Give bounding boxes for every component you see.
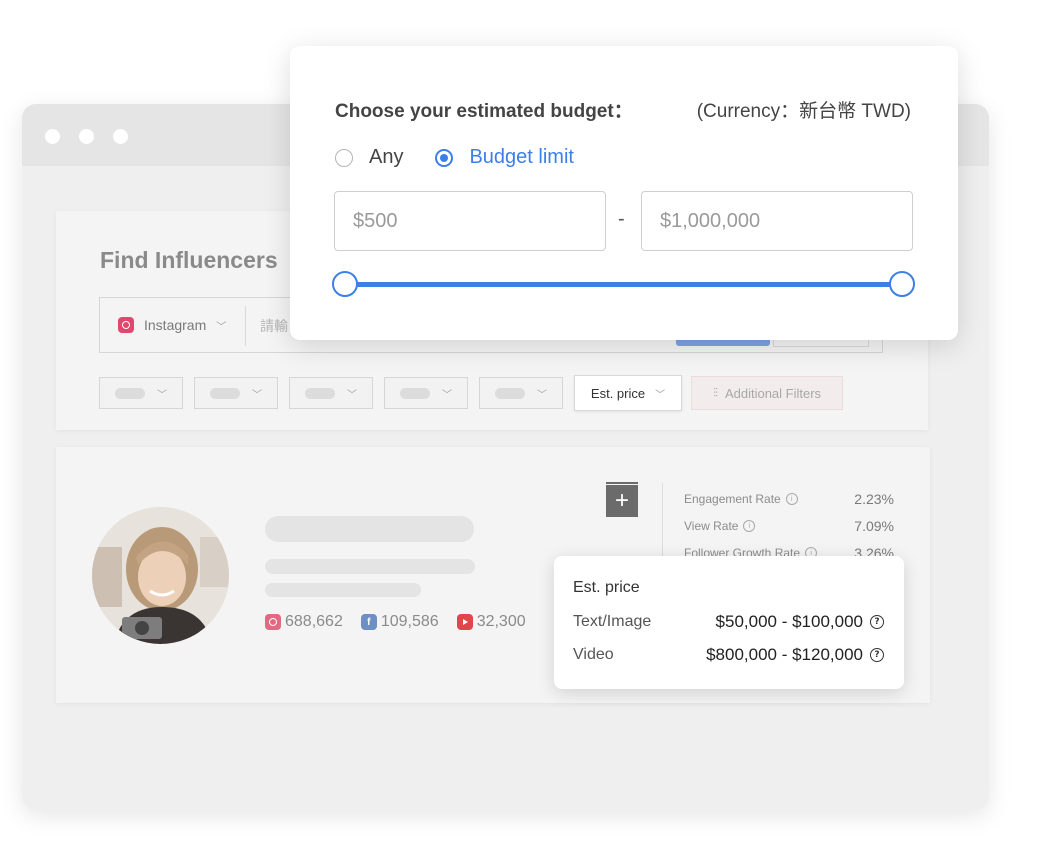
bookmark-add-icon[interactable]: + <box>606 482 638 517</box>
facebook-icon: f <box>360 614 377 630</box>
chevron-down-icon: ﹀ <box>655 389 666 401</box>
radio-budget-limit[interactable]: Budget limit <box>435 146 574 169</box>
price-range: $50,000 - $100,000 <box>715 612 863 631</box>
additional-filters-button[interactable]: ⫶⫶ Additional Filters <box>691 376 843 410</box>
est-price-filter[interactable]: Est. price ﹀ <box>574 375 682 411</box>
budget-radio-group: Any Budget limit <box>335 146 606 169</box>
chevron-down-icon: ﹀ <box>347 389 357 401</box>
price-range: $800,000 - $120,000 <box>706 645 863 664</box>
social-stats: 688,662 f 109,586 32,300 <box>265 613 526 631</box>
metric-label: Engagement Rate i <box>684 492 798 506</box>
slider-min-handle[interactable] <box>332 271 358 297</box>
text-placeholder <box>265 559 475 574</box>
currency-note: (Currency：新台幣 TWD) <box>696 101 911 122</box>
filter-dropdown[interactable]: ﹀ <box>384 377 468 409</box>
instagram-icon <box>118 317 134 333</box>
chevron-down-icon: ﹀ <box>216 321 227 333</box>
help-icon[interactable]: ? <box>870 615 884 629</box>
help-icon[interactable]: ? <box>870 648 884 662</box>
name-placeholder <box>265 516 474 542</box>
filter-dropdown[interactable]: ﹀ <box>99 377 183 409</box>
filter-dropdown[interactable]: ﹀ <box>289 377 373 409</box>
filter-placeholder <box>305 387 335 399</box>
text-placeholder <box>265 583 421 597</box>
metric-row: Engagement Rate i 2.23% <box>684 485 894 512</box>
price-row: Text/Image $50,000 - $100,000 ? <box>573 612 884 632</box>
platform-select[interactable]: Instagram ﹀ <box>118 298 226 352</box>
filter-placeholder <box>210 387 240 399</box>
radio-budget-limit-label: Budget limit <box>469 146 574 168</box>
facebook-stat: f 109,586 <box>360 613 439 631</box>
additional-filters-label: Additional Filters <box>724 385 822 401</box>
range-separator: - <box>618 208 625 230</box>
filter-dropdown[interactable]: ﹀ <box>194 377 278 409</box>
window-control-dot[interactable] <box>45 129 60 144</box>
min-budget-input[interactable] <box>334 191 606 251</box>
radio-any-label: Any <box>369 146 404 168</box>
instagram-followers: 688,662 <box>285 613 343 630</box>
metric-label-text: Engagement Rate <box>684 491 781 506</box>
metric-value: 7.09% <box>854 517 894 534</box>
filter-placeholder <box>495 387 525 399</box>
budget-popover: Choose your estimated budget： (Currency：… <box>290 46 958 340</box>
info-icon[interactable]: i <box>785 492 798 505</box>
instagram-icon <box>265 614 281 630</box>
page-title: Find Influencers <box>100 247 278 273</box>
metric-label: View Rate i <box>684 518 756 533</box>
price-row-label: Video <box>573 646 614 663</box>
youtube-subscribers: 32,300 <box>476 613 526 630</box>
info-icon[interactable]: i <box>743 519 756 532</box>
filter-placeholder <box>115 387 145 399</box>
platform-label: Instagram <box>144 317 207 333</box>
chevron-down-icon: ﹀ <box>252 389 262 401</box>
metric-label-text: View Rate <box>684 518 739 533</box>
price-row-value: $50,000 - $100,000 ? <box>716 612 884 632</box>
radio-any[interactable]: Any <box>335 146 403 169</box>
sliders-icon: ⫶⫶ <box>712 385 718 400</box>
max-budget-input[interactable] <box>641 191 913 251</box>
youtube-stat: 32,300 <box>456 613 526 631</box>
avatar[interactable] <box>92 507 229 644</box>
filter-placeholder <box>400 387 430 399</box>
price-popover: Est. price Text/Image $50,000 - $100,000… <box>554 556 904 689</box>
radio-unchecked-icon[interactable] <box>335 148 353 167</box>
instagram-stat: 688,662 <box>265 613 343 631</box>
chevron-down-icon: ﹀ <box>442 389 452 401</box>
chevron-down-icon: ﹀ <box>157 389 167 401</box>
price-popover-title: Est. price <box>573 579 640 596</box>
radio-checked-icon[interactable] <box>435 148 454 167</box>
filter-dropdown[interactable]: ﹀ <box>479 377 563 409</box>
chevron-down-icon: ﹀ <box>537 389 547 401</box>
budget-slider-track[interactable] <box>344 282 902 287</box>
budget-title: Choose your estimated budget： <box>335 101 633 122</box>
youtube-icon <box>456 614 473 630</box>
metric-value: 2.23% <box>854 490 894 507</box>
avatar-photo <box>92 507 229 644</box>
est-price-filter-label: Est. price <box>590 385 646 401</box>
window-control-dot[interactable] <box>113 129 128 144</box>
price-row-value: $800,000 - $120,000 ? <box>706 645 884 665</box>
metric-row: View Rate i 7.09% <box>684 512 894 539</box>
price-row-label: Text/Image <box>573 613 652 630</box>
facebook-followers: 109,586 <box>380 613 439 630</box>
slider-max-handle[interactable] <box>889 271 915 297</box>
divider <box>245 306 246 346</box>
window-control-dot[interactable] <box>79 129 94 144</box>
metrics-list: Engagement Rate i 2.23% View Rate i 7.09% … <box>684 485 894 566</box>
price-row: Video $800,000 - $120,000 ? <box>573 645 884 665</box>
